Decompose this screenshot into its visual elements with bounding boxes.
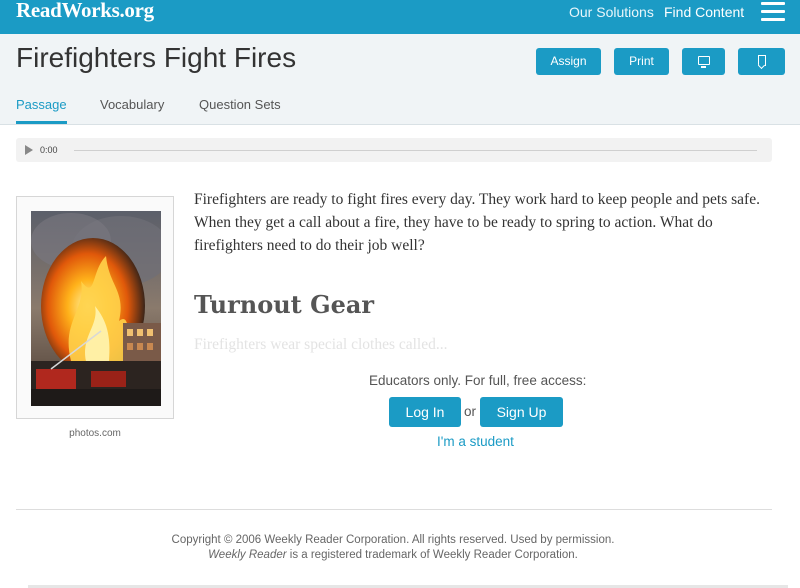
footer-divider bbox=[16, 509, 772, 510]
faded-preview-text: Firefighters wear special clothes called… bbox=[194, 336, 448, 353]
audio-progress-track[interactable] bbox=[74, 150, 757, 151]
nav-our-solutions[interactable]: Our Solutions bbox=[569, 4, 654, 20]
active-tab-indicator bbox=[16, 121, 67, 124]
student-link[interactable]: I'm a student bbox=[437, 434, 514, 449]
passage-intro-text: Firefighters are ready to fight fires ev… bbox=[194, 191, 760, 254]
print-button[interactable]: Print bbox=[614, 48, 669, 75]
hamburger-icon[interactable] bbox=[761, 2, 785, 22]
section-heading: Turnout Gear bbox=[194, 290, 375, 319]
signup-button[interactable]: Sign Up bbox=[480, 397, 563, 427]
audio-time: 0:00 bbox=[40, 145, 58, 155]
monitor-icon bbox=[697, 55, 710, 68]
bookmark-icon bbox=[757, 54, 766, 66]
or-separator: or bbox=[464, 404, 477, 419]
tab-vocabulary[interactable]: Vocabulary bbox=[100, 97, 164, 112]
nav-find-content[interactable]: Find Content bbox=[664, 4, 744, 20]
fire-photo bbox=[31, 211, 161, 406]
top-nav-bar: ReadWorks.org Our Solutions Find Content bbox=[0, 0, 800, 34]
assign-button[interactable]: Assign bbox=[536, 48, 601, 75]
trademark-text: is a registered trademark of Weekly Read… bbox=[286, 549, 578, 561]
trademark-name: Weekly Reader bbox=[208, 549, 287, 561]
present-button[interactable] bbox=[682, 48, 725, 75]
login-button[interactable]: Log In bbox=[389, 397, 461, 427]
tab-question-sets[interactable]: Question Sets bbox=[199, 97, 281, 112]
passage-image-frame bbox=[16, 196, 174, 419]
access-message: Educators only. For full, free access: bbox=[369, 373, 587, 388]
copyright-notice: Copyright © 2006 Weekly Reader Corporati… bbox=[0, 533, 786, 563]
page-header: Firefighters Fight Fires Assign Print Pa… bbox=[0, 34, 800, 125]
image-credit: photos.com bbox=[69, 428, 121, 439]
copyright-line: Copyright © 2006 Weekly Reader Corporati… bbox=[171, 534, 615, 546]
bookmark-button[interactable] bbox=[738, 48, 785, 75]
page-title: Firefighters Fight Fires bbox=[16, 42, 297, 73]
readworks-logo[interactable]: ReadWorks.org bbox=[16, 0, 154, 23]
tab-passage[interactable]: Passage bbox=[16, 97, 67, 112]
trademark-line: Weekly Reader is a registered trademark … bbox=[0, 548, 786, 563]
audio-player: 0:00 bbox=[16, 138, 772, 162]
play-icon[interactable] bbox=[25, 145, 33, 155]
